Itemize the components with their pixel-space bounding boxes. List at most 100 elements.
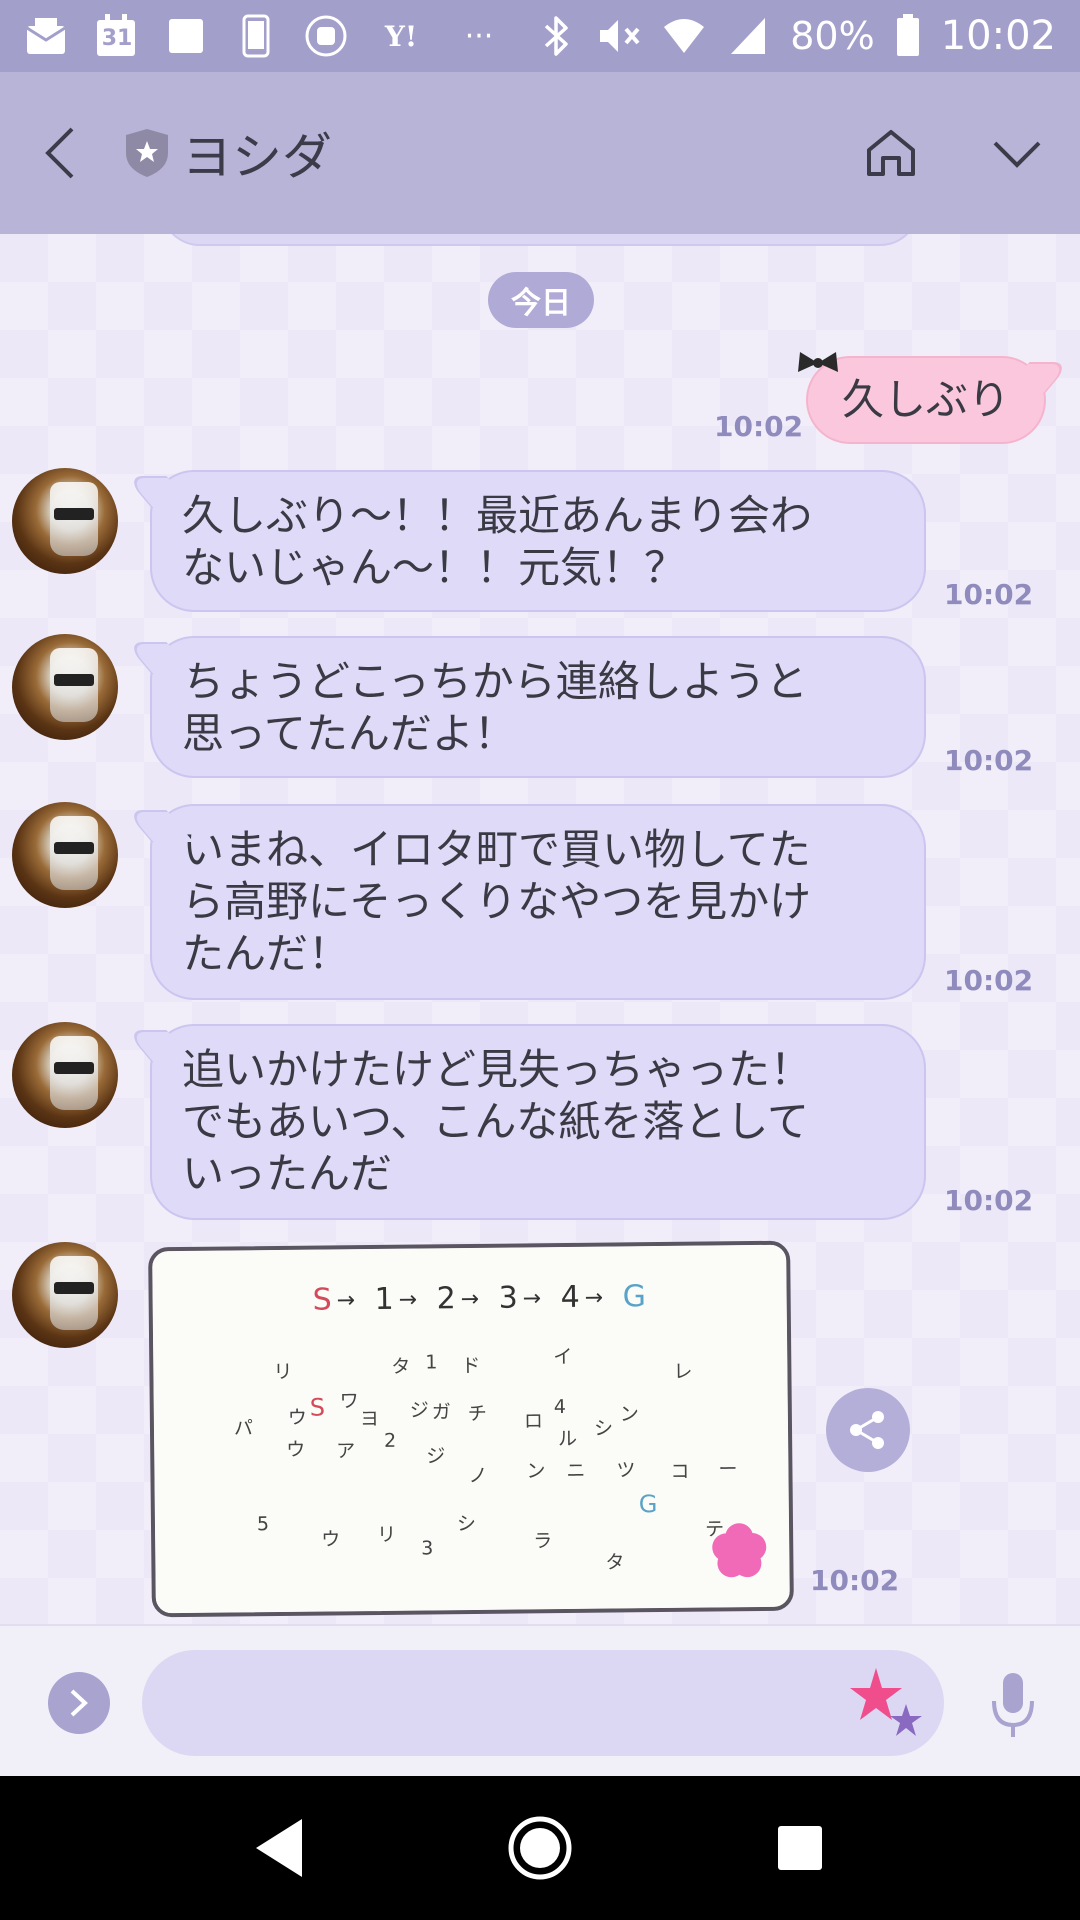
- note-letter: ジ: [410, 1399, 429, 1421]
- share-icon: [850, 1411, 884, 1449]
- note-letter: ガ: [432, 1401, 451, 1423]
- note-letter: 3: [421, 1537, 433, 1559]
- phone-icon: [234, 14, 278, 58]
- note-letter: ー: [718, 1458, 737, 1480]
- chevron-down-icon: [993, 141, 1041, 168]
- message-line: たんだ！: [182, 929, 351, 978]
- note-letter: コ: [670, 1461, 689, 1483]
- square-recents-icon: [778, 1826, 822, 1870]
- note-letter: 2: [384, 1430, 396, 1452]
- official-shield-icon: [126, 129, 168, 177]
- message-bubble-incoming[interactable]: ちょうどこっちから連絡しようと 思ってたんだよ！: [150, 636, 926, 778]
- system-nav-bar: [0, 1776, 1080, 1920]
- route-arrow: →: [523, 1286, 542, 1311]
- note-letter: リ: [273, 1361, 292, 1383]
- triangle-back-icon: [256, 1819, 302, 1877]
- message-text: 久しぶり: [842, 375, 1011, 424]
- star-sticker-icon: [850, 1668, 922, 1736]
- note-letter: レ: [673, 1361, 692, 1383]
- expand-button[interactable]: [48, 1672, 110, 1734]
- note-letter: チ: [468, 1403, 487, 1425]
- bluetooth-icon: [534, 14, 578, 58]
- message-time: 10:02: [944, 1184, 1034, 1217]
- message-line: でもあいつ、こんな紙を落として: [182, 1097, 810, 1146]
- note-letter: イ: [553, 1346, 572, 1368]
- note-letter: ウ: [321, 1528, 340, 1550]
- calendar-day: 31: [101, 26, 133, 51]
- message-time: 10:02: [714, 410, 804, 443]
- message-line: 思ってたんだよ！: [182, 709, 516, 758]
- route-arrow: →: [461, 1287, 480, 1312]
- nav-home-button[interactable]: [490, 1798, 590, 1898]
- home-button[interactable]: [828, 72, 954, 234]
- signal-icon: [726, 14, 770, 58]
- calendar-icon: 31: [94, 14, 138, 58]
- note-letter: ワ: [340, 1390, 359, 1412]
- chat-title: ヨシダ: [182, 128, 332, 186]
- avatar[interactable]: [12, 1022, 118, 1128]
- chat-area[interactable]: 今日 久しぶり 10:02 久しぶり〜！！最近あんまり会わ ないじゃん〜！！元気…: [0, 234, 1080, 1624]
- note-letter: ン: [620, 1403, 639, 1425]
- message-line: いったんだ: [182, 1149, 393, 1198]
- route-label: 4: [560, 1280, 579, 1315]
- bow-icon: [798, 352, 838, 372]
- note-letter: ロ: [524, 1410, 543, 1432]
- voice-button[interactable]: [980, 1666, 1046, 1746]
- sticker-button[interactable]: [848, 1666, 928, 1746]
- chevron-right-icon: [70, 1689, 88, 1717]
- note-letter: ル: [558, 1428, 577, 1450]
- avatar[interactable]: [12, 634, 118, 740]
- message-bubble-outgoing[interactable]: 久しぶり: [798, 352, 1047, 444]
- route-label: G: [622, 1279, 646, 1314]
- note-letter: ノ: [468, 1465, 487, 1487]
- more-icon: ···: [454, 14, 504, 58]
- note-letter: ツ: [616, 1459, 635, 1481]
- message-time: 10:02: [810, 1564, 900, 1597]
- note-letter: ウ: [286, 1439, 305, 1461]
- note-letter: 1: [425, 1351, 437, 1373]
- route-arrow: →: [585, 1286, 604, 1311]
- message-time: 10:02: [944, 964, 1034, 997]
- note-letter: 5: [257, 1513, 269, 1535]
- note-letter: シ: [457, 1513, 476, 1535]
- image-message[interactable]: S → 1 → 2 → 3 → 4 → G リタ 1 ドイレ S ワウパヨジガチロ 4 ンウア 2 ジルシノンニツコー…: [148, 1240, 794, 1618]
- message-bubble-incoming[interactable]: 久しぶり〜！！最近あんまり会わ ないじゃん〜！！元気！？: [150, 470, 926, 612]
- note-letter: G: [639, 1490, 658, 1518]
- avatar[interactable]: [12, 1242, 118, 1348]
- menu-dropdown-button[interactable]: [954, 72, 1080, 234]
- route-label: S: [312, 1282, 331, 1317]
- avatar[interactable]: [12, 802, 118, 908]
- mute-icon: [598, 14, 642, 58]
- battery-percent: 80%: [790, 14, 875, 58]
- route-label: 2: [436, 1281, 455, 1316]
- home-icon: [867, 130, 915, 176]
- message-bubble-incoming[interactable]: いまね、イロタ町で買い物してた ら高野にそっくりなやつを見かけ たんだ！: [150, 804, 926, 1000]
- note-letter: ラ: [533, 1530, 552, 1552]
- cup-icon: [304, 14, 348, 58]
- nav-recents-button[interactable]: [750, 1798, 850, 1898]
- battery-icon: [895, 14, 921, 58]
- note-letter: タ: [391, 1356, 410, 1378]
- message-bubble-incoming[interactable]: 追いかけたけど見失っちゃった！ でもあいつ、こんな紙を落として いったんだ: [150, 1024, 926, 1220]
- note-letter: ア: [336, 1440, 355, 1462]
- note-letter: タ: [605, 1551, 624, 1573]
- message-time: 10:02: [944, 744, 1034, 777]
- note-letter: ド: [461, 1355, 480, 1377]
- yahoo-label: Y!: [384, 19, 418, 53]
- message-line: いまね、イロタ町で買い物してた: [182, 825, 811, 874]
- share-button[interactable]: [826, 1388, 910, 1472]
- note-letter: ウ: [288, 1407, 307, 1429]
- note-letter: シ: [594, 1418, 613, 1440]
- circle-home-icon: [508, 1816, 572, 1880]
- message-input[interactable]: [142, 1650, 944, 1756]
- avatar[interactable]: [12, 468, 118, 574]
- note-letter: リ: [377, 1524, 396, 1546]
- mail-icon: [24, 14, 68, 58]
- message-line: ら高野にそっくりなやつを見かけ: [182, 877, 812, 926]
- note-letter: ジ: [426, 1445, 445, 1467]
- nav-back-button[interactable]: [230, 1798, 330, 1898]
- note-letter: ニ: [566, 1460, 585, 1482]
- back-button[interactable]: [0, 72, 120, 234]
- message-line: ないじゃん〜！！元気！？: [182, 543, 687, 592]
- chevron-left-icon: [45, 127, 74, 179]
